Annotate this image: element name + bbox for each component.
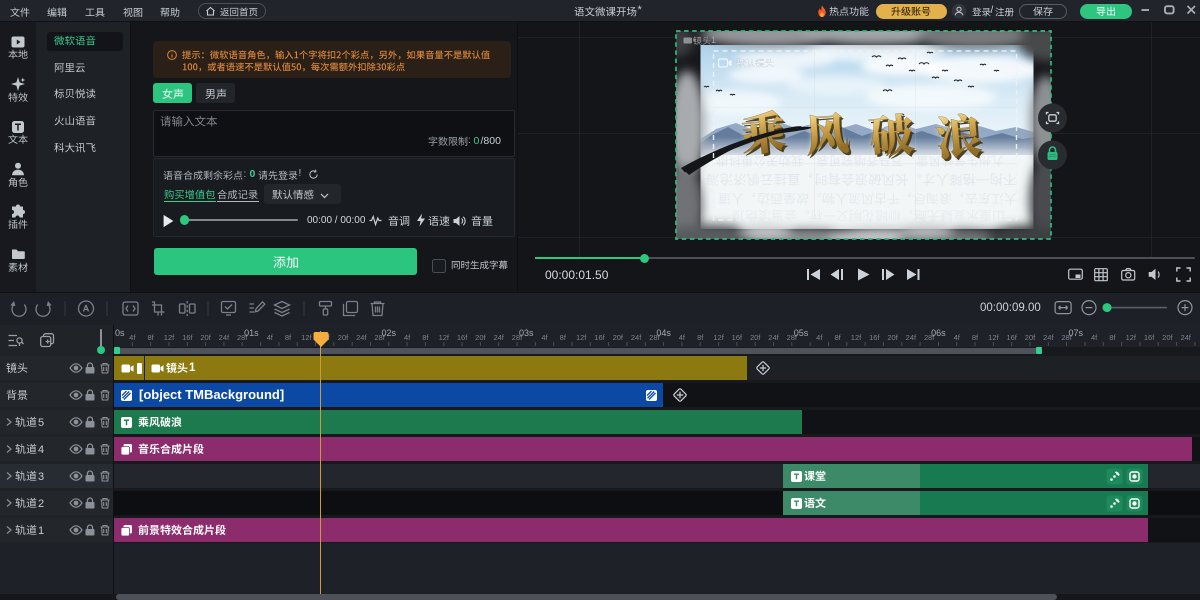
svg-text:24f: 24f <box>768 333 779 342</box>
svg-text:20f: 20f <box>1025 333 1036 342</box>
svg-text:24f: 24f <box>631 333 642 342</box>
svg-text:4f: 4f <box>954 333 961 342</box>
svg-text:0s: 0s <box>115 328 125 338</box>
svg-text:20f: 20f <box>338 333 349 342</box>
svg-text:4f: 4f <box>679 333 686 342</box>
svg-text:8f: 8f <box>972 333 979 342</box>
svg-text:16f: 16f <box>594 333 605 342</box>
svg-text:8f: 8f <box>1109 333 1116 342</box>
svg-text:01s: 01s <box>244 328 259 338</box>
svg-text:20f: 20f <box>613 333 624 342</box>
svg-text:4f: 4f <box>1091 333 1098 342</box>
svg-text:02s: 02s <box>382 328 397 338</box>
svg-text:05s: 05s <box>794 328 809 338</box>
svg-text:20f: 20f <box>475 333 486 342</box>
svg-text:04s: 04s <box>656 328 671 338</box>
svg-text:24f: 24f <box>219 333 230 342</box>
svg-text:20f: 20f <box>200 333 211 342</box>
svg-text:12f: 12f <box>301 333 312 342</box>
svg-text:16f: 16f <box>182 333 193 342</box>
svg-text:03s: 03s <box>519 328 534 338</box>
svg-text:16f: 16f <box>457 333 468 342</box>
svg-text:8f: 8f <box>422 333 429 342</box>
svg-text:12f: 12f <box>576 333 587 342</box>
svg-text:24f: 24f <box>356 333 367 342</box>
svg-text:8f: 8f <box>834 333 841 342</box>
svg-text:4f: 4f <box>816 333 823 342</box>
svg-text:4f: 4f <box>541 333 548 342</box>
svg-text:12f: 12f <box>439 333 450 342</box>
svg-text:4f: 4f <box>404 333 411 342</box>
svg-text:8f: 8f <box>147 333 154 342</box>
svg-text:06s: 06s <box>931 328 946 338</box>
svg-text:20f: 20f <box>750 333 761 342</box>
svg-text:12f: 12f <box>164 333 175 342</box>
svg-text:12f: 12f <box>1126 333 1137 342</box>
svg-text:8f: 8f <box>697 333 704 342</box>
svg-text:16f: 16f <box>732 333 743 342</box>
svg-text:16f: 16f <box>1144 333 1155 342</box>
svg-text:4f: 4f <box>267 333 274 342</box>
svg-text:07s: 07s <box>1069 328 1084 338</box>
svg-text:4f: 4f <box>129 333 136 342</box>
svg-text:12f: 12f <box>713 333 724 342</box>
svg-text:12f: 12f <box>851 333 862 342</box>
svg-text:24f: 24f <box>1043 333 1054 342</box>
svg-text:8f: 8f <box>285 333 292 342</box>
svg-text:24f: 24f <box>1180 333 1191 342</box>
svg-text:24f: 24f <box>493 333 504 342</box>
svg-text:20f: 20f <box>887 333 898 342</box>
svg-text:16f: 16f <box>869 333 880 342</box>
svg-text:8f: 8f <box>560 333 567 342</box>
svg-text:20f: 20f <box>1162 333 1173 342</box>
svg-text:12f: 12f <box>988 333 999 342</box>
svg-text:24f: 24f <box>906 333 917 342</box>
svg-text:16f: 16f <box>1006 333 1017 342</box>
